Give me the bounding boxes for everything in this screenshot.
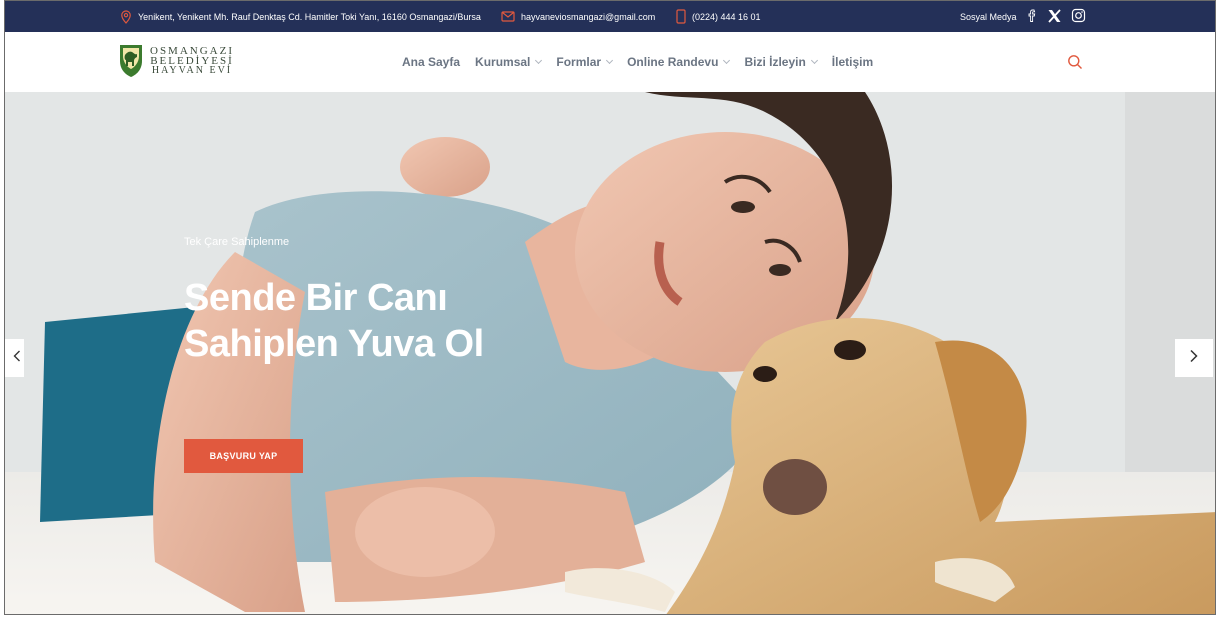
nav-item-label: İletişim xyxy=(831,55,874,69)
site-header: OSMANGAZI BELEDİYESİ HAYVAN EVİ Ana Sayf… xyxy=(5,32,1215,92)
nav-item-ana-sayfa[interactable]: Ana Sayfa xyxy=(402,55,460,69)
chevron-down-icon xyxy=(535,56,543,65)
nav-item-label: Online Randevu xyxy=(627,55,719,69)
address-text: Yenikent, Yenikent Mh. Rauf Denktaş Cd. … xyxy=(138,11,481,22)
nav-item-kurumsal[interactable]: Kurumsal xyxy=(475,55,543,69)
email-link[interactable]: hayvaneviosmangazi@gmail.com xyxy=(521,12,655,22)
chevron-down-icon xyxy=(810,56,818,65)
hero-eyebrow: Tek Çare Sahiplenme xyxy=(184,236,290,248)
phone-icon xyxy=(676,9,686,24)
hero-headline: Sende Bir Canı Sahiplen Yuva Ol xyxy=(184,275,484,367)
chevron-left-icon xyxy=(13,349,21,367)
chevron-down-icon xyxy=(606,56,614,65)
nav-item-online-randevu[interactable]: Online Randevu xyxy=(627,55,731,69)
top-info-bar: Yenikent, Yenikent Mh. Rauf Denktaş Cd. … xyxy=(5,1,1215,32)
hero-slider: Tek Çare Sahiplenme Sende Bir Canı Sahip… xyxy=(5,92,1215,614)
page-frame: Yenikent, Yenikent Mh. Rauf Denktaş Cd. … xyxy=(4,0,1216,615)
search-button[interactable] xyxy=(1067,54,1083,75)
nav-item-bizi-izleyin[interactable]: Bizi İzleyin xyxy=(744,55,818,69)
apply-button[interactable]: BAŞVURU YAP xyxy=(184,439,303,473)
slider-next-button[interactable] xyxy=(1175,339,1213,377)
phone-info[interactable]: (0224) 444 16 01 xyxy=(676,1,761,32)
nav-item-label: Kurumsal xyxy=(475,55,531,69)
facebook-icon[interactable] xyxy=(1026,8,1038,25)
nav-item-label: Bizi İzleyin xyxy=(744,55,806,69)
social-media: Sosyal Medya xyxy=(960,1,1086,32)
hero-headline-line-1: Sende Bir Canı xyxy=(184,277,448,319)
nav-item-label: Ana Sayfa xyxy=(402,55,461,69)
email-info[interactable]: hayvaneviosmangazi@gmail.com xyxy=(501,1,655,32)
x-icon[interactable] xyxy=(1047,8,1062,25)
site-logo[interactable]: OSMANGAZI BELEDİYESİ HAYVAN EVİ xyxy=(118,43,234,79)
phone-link[interactable]: (0224) 444 16 01 xyxy=(692,12,761,22)
logo-emblem-icon xyxy=(120,45,142,77)
social-label: Sosyal Medya xyxy=(960,11,1017,22)
instagram-icon[interactable] xyxy=(1071,8,1086,25)
logo-wordmark: OSMANGAZI BELEDİYESİ HAYVAN EVİ xyxy=(150,46,234,76)
logo-line-3: HAYVAN EVİ xyxy=(151,65,233,76)
nav-item-label: Formlar xyxy=(556,55,602,69)
location-pin-icon xyxy=(120,9,132,24)
chevron-right-icon xyxy=(1189,349,1199,368)
slider-prev-button[interactable] xyxy=(5,339,24,377)
nav-item-iletisim[interactable]: İletişim xyxy=(832,55,873,69)
address-info: Yenikent, Yenikent Mh. Rauf Denktaş Cd. … xyxy=(120,1,481,32)
hero-headline-line-2: Sahiplen Yuva Ol xyxy=(184,323,484,365)
search-icon xyxy=(1068,55,1082,69)
nav-item-formlar[interactable]: Formlar xyxy=(556,55,614,69)
main-navigation: Ana Sayfa Kurumsal Formlar Online Randev… xyxy=(402,32,873,92)
mail-icon xyxy=(501,11,515,22)
chevron-down-icon xyxy=(723,56,731,65)
